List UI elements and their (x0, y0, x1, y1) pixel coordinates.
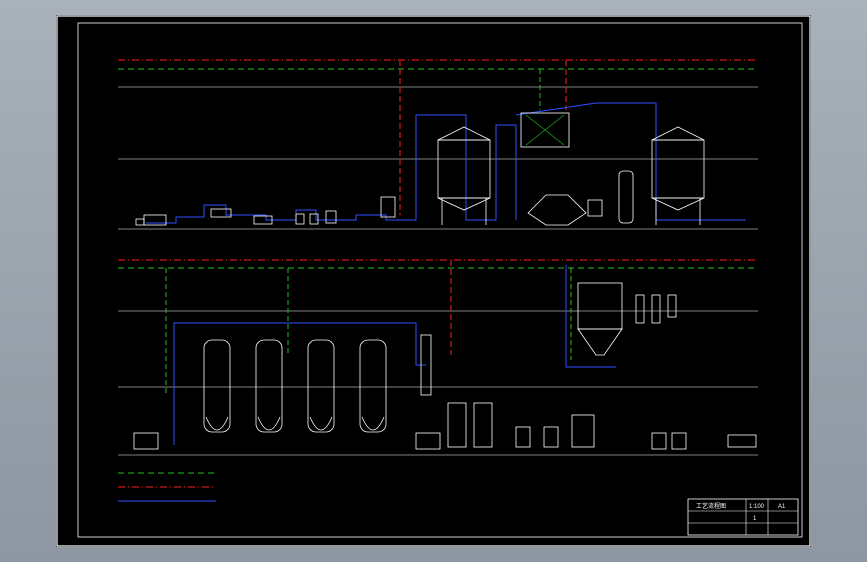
evaporator-3-body (307, 339, 335, 433)
spray-dryer-chamber (577, 282, 623, 330)
bag-filter (667, 294, 677, 318)
centrifuge (527, 194, 587, 226)
drawing-title: 工艺流程图 (696, 502, 726, 510)
silo-1-cone (437, 197, 491, 211)
process-flow-diagram: 工艺流程图 1:100 1 A1 (56, 15, 811, 547)
feed-tank (133, 432, 159, 450)
homogenizer (571, 414, 595, 448)
packer-2 (671, 432, 687, 450)
top-section (118, 59, 758, 230)
storage-tank-2 (473, 402, 493, 448)
filter-unit (325, 210, 337, 224)
truck-cab (135, 218, 145, 226)
evaporator-4-separator (361, 416, 385, 431)
heat-exchanger (380, 196, 396, 218)
evaporator-4-body (359, 339, 387, 433)
legend (118, 472, 216, 502)
pump-unit-1 (295, 213, 305, 225)
outer-frame (56, 15, 811, 547)
cyclone-1 (635, 294, 645, 324)
packer-1 (651, 432, 667, 450)
evaporator-4 (359, 339, 387, 433)
mix-tank-1 (515, 426, 531, 448)
storage-tank-1 (447, 402, 467, 448)
mix-tank-2 (543, 426, 559, 448)
evaporator-3 (307, 339, 335, 433)
cyclone-2 (651, 294, 661, 324)
material-line-top-2 (515, 102, 746, 221)
tall-vessel (618, 170, 634, 224)
evaporator-3-separator (309, 416, 333, 431)
motor-box (587, 199, 603, 217)
silo-2-cone (651, 197, 705, 211)
silo-1-roof (437, 126, 491, 141)
drawing-sheet-number: 1 (753, 516, 757, 522)
evaporator-1-body (203, 339, 231, 433)
product-cart (727, 434, 757, 448)
inner-frame (77, 22, 803, 538)
dryer-feed-line (565, 265, 616, 368)
evaporator-2 (255, 339, 283, 433)
spray-dryer-cone (577, 328, 623, 356)
evaporator-2-body (255, 339, 283, 433)
washer-unit (210, 208, 232, 218)
bottom-section (118, 259, 758, 456)
drawing-sheet: 工艺流程图 1:100 1 A1 (56, 15, 811, 547)
drawing-scale: 1:100 (749, 504, 765, 510)
title-block: 工艺流程图 1:100 1 A1 (687, 498, 799, 536)
evaporator-2-separator (257, 416, 281, 431)
silo-1-body (437, 139, 491, 199)
silo-2-roof (651, 126, 705, 141)
material-line-top (146, 114, 517, 224)
drawing-size: A1 (778, 504, 786, 510)
evaporator-1-separator (205, 416, 229, 431)
evaporator-1 (203, 339, 231, 433)
pump-unit-2 (309, 213, 319, 225)
cad-viewport: 工艺流程图 1:100 1 A1 (0, 0, 867, 562)
silo-2-body (651, 139, 705, 199)
condensate-tank (415, 432, 441, 450)
